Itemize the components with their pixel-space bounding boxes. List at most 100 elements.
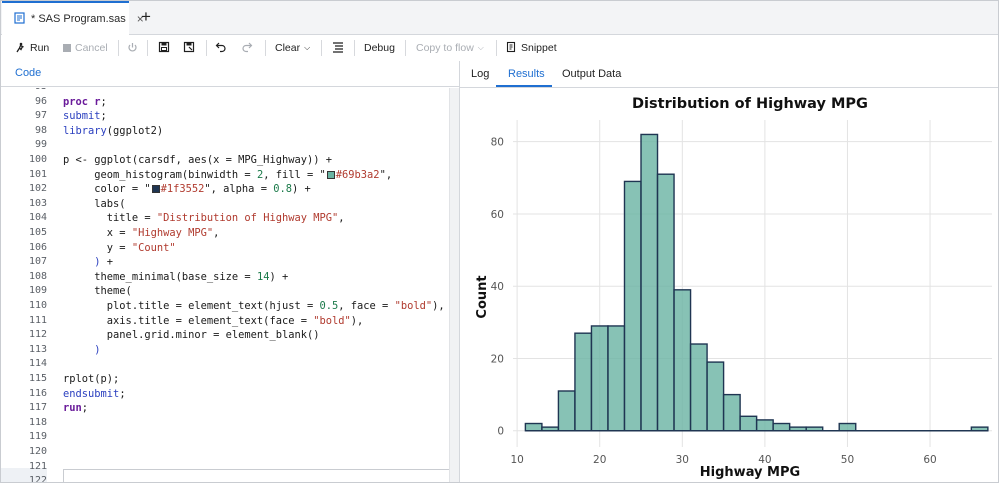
line-number: 121 (28, 460, 47, 472)
code-line: plot.title = element_text(hjust = 0.5, f… (63, 299, 445, 314)
code-token: , (338, 212, 345, 225)
line-number: 110 (28, 300, 47, 311)
y-tick-label: 60 (491, 209, 504, 221)
chevron-down-icon: ⌵ (304, 43, 311, 52)
code-token: "Distribution of Highway MPG" (156, 212, 339, 225)
line-number: 118 (28, 416, 47, 428)
code-token: ), (432, 300, 445, 312)
cancel-label: Cancel (75, 42, 108, 54)
code-editor[interactable]: 9596 97 98 99 100 101 102 103 104 105 106 107 108 109… (1, 88, 459, 482)
undo-button[interactable] (215, 39, 227, 57)
editor-input-box[interactable] (63, 469, 459, 482)
code-token: panel.grid.minor = element_blank() (63, 329, 320, 342)
redo-button[interactable] (241, 39, 253, 57)
code-token: x = (63, 227, 132, 239)
histogram-bar (640, 133, 659, 432)
y-tick-label: 0 (497, 426, 504, 438)
code-pane-header: Code (1, 61, 459, 87)
copy-to-flow-dropdown[interactable]: Copy to flow ⌵ (416, 39, 484, 57)
debug-button[interactable]: Debug (364, 39, 395, 57)
code-token: run (63, 402, 82, 415)
histogram-bar (689, 343, 708, 432)
tab-strip: * SAS Program.sas × + (1, 1, 998, 35)
histogram-bar (607, 325, 626, 432)
tab-log[interactable]: Log (471, 61, 489, 87)
toolbar: Run Cancel Clear ⌵ Debug Copy to flow ⌵ … (1, 35, 998, 61)
code-line: title = "Distribution of Highway MPG", (63, 211, 345, 226)
snippet-label: Snippet (521, 42, 557, 54)
code-token: ; (119, 387, 126, 400)
format-code-icon (332, 41, 344, 55)
tab-code[interactable]: Code (15, 67, 41, 79)
code-token: , (213, 227, 220, 239)
code-token: y = (63, 241, 132, 254)
code-token: color = " (63, 183, 151, 196)
code-token: #69b3a2 (335, 168, 380, 181)
y-tick-label: 80 (491, 137, 504, 149)
line-number: 101 (28, 168, 47, 180)
pane-splitter[interactable] (449, 88, 459, 482)
line-number: 109 (28, 285, 47, 297)
code-token: + (106, 256, 114, 269)
code-token: (ggplot2) (106, 124, 164, 137)
code-line: labs( (63, 197, 125, 212)
line-number: 100 (28, 154, 47, 165)
code-line: library(ggplot2) (63, 124, 163, 139)
run-label: Run (30, 42, 50, 54)
line-number: 113 (28, 343, 47, 355)
code-line: endsubmit; (63, 387, 126, 402)
line-number: 97 (34, 110, 47, 122)
code-token: ) (63, 343, 101, 356)
tab-output-data[interactable]: Output Data (562, 61, 621, 87)
save-button[interactable] (158, 39, 170, 57)
line-number-gutter: 9596 97 98 99 100 101 102 103 104 105 106 107 108 109… (1, 88, 51, 482)
code-token: 0.5 (319, 300, 339, 312)
histogram-chart: Distribution of Highway MPG 10 20 30 40 50 60… (475, 96, 992, 480)
code-token: submit (63, 110, 101, 123)
refresh-button[interactable] (127, 39, 138, 57)
debug-label: Debug (364, 42, 395, 54)
code-token: , fill = " (263, 168, 326, 181)
save-icon (158, 41, 170, 55)
line-number: 96 (34, 95, 47, 107)
snippet-icon (506, 41, 517, 55)
line-number: 112 (28, 329, 47, 341)
line-number: 120 (28, 446, 47, 457)
code-line: ) (63, 343, 101, 358)
cancel-button[interactable]: Cancel (63, 39, 108, 57)
toolbar-separator (354, 40, 355, 56)
code-token: ) + (269, 270, 289, 283)
code-line: proc r; (63, 95, 113, 110)
x-tick-label: 60 (923, 454, 936, 466)
toolbar-separator (206, 40, 207, 56)
y-tick-label: 20 (491, 353, 504, 365)
x-tick-label: 10 (510, 454, 523, 466)
run-button[interactable]: Run (15, 39, 49, 57)
toolbar-separator (321, 40, 322, 56)
format-code-button[interactable] (332, 39, 344, 57)
snippet-button[interactable]: Snippet (506, 39, 557, 57)
toolbar-separator (147, 40, 148, 56)
code-token: ) (63, 256, 107, 269)
y-axis-ticks: 0 20 40 60 80 (491, 137, 504, 438)
new-tab-button[interactable]: + (137, 8, 155, 26)
code-token: 0.8 (273, 183, 292, 196)
histogram-bar (722, 393, 741, 432)
histogram-bar (623, 180, 642, 432)
code-line: submit; (63, 109, 107, 124)
code-token: ; (100, 110, 107, 123)
histogram-bar (772, 422, 791, 432)
code-pane: Code 9596 97 98 99 100 101 102 103 104 105 106 107 1… (1, 61, 459, 482)
code-token: ; (81, 402, 89, 415)
code-token: 14 (256, 270, 270, 283)
line-number: 122 (28, 475, 47, 482)
code-line: run; (63, 401, 88, 416)
chevron-down-icon: ⌵ (477, 43, 484, 52)
code-token: ", (379, 168, 393, 181)
clear-dropdown[interactable]: Clear ⌵ (275, 39, 310, 57)
clear-label: Clear (275, 42, 301, 54)
tab-sas-program[interactable]: * SAS Program.sas × (2, 1, 144, 35)
code-line: ) + (63, 255, 113, 270)
tab-results[interactable]: Results (508, 61, 545, 87)
save-as-button[interactable] (183, 39, 195, 57)
